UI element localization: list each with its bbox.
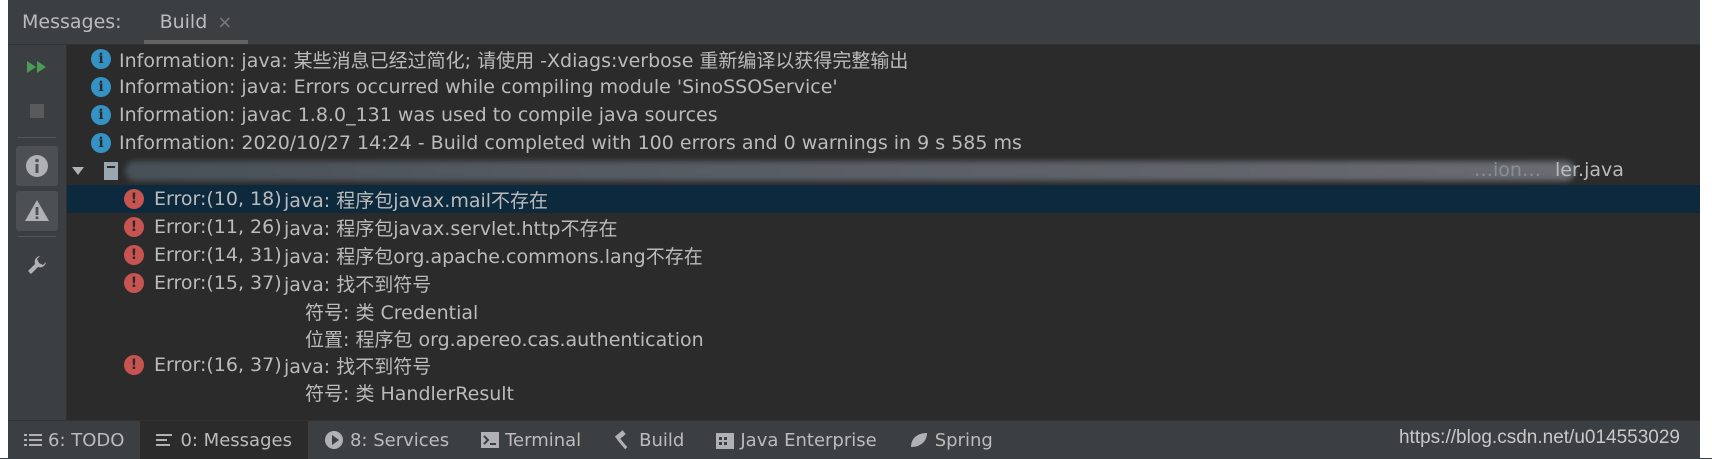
error-text: java: 程序包org.apache.commons.lang不存在 [284, 245, 703, 268]
error-icon: ! [124, 217, 144, 237]
show-warnings-toggle[interactable] [16, 191, 58, 231]
error-position: Error:(14, 31) [154, 244, 282, 266]
error-icon: ! [124, 273, 144, 293]
file-name: ler.java [1555, 159, 1624, 181]
error-detail-line: 位置: 程序包 org.apereo.cas.authentication [67, 324, 1700, 352]
tab-terminal-label: Terminal [505, 429, 582, 451]
tab-messages-label: 0: Messages [180, 429, 292, 451]
table-row[interactable]: ! Error:(14, 31) java: 程序包org.apache.com… [67, 241, 1700, 269]
file-path-partial: …ion… [1474, 159, 1541, 181]
spring-leaf-icon [910, 433, 927, 447]
file-tree-node[interactable]: …ion… ler.java [67, 157, 1700, 185]
info-icon [26, 155, 48, 177]
info-icon: i [91, 49, 111, 69]
info-icon: i [91, 133, 111, 153]
error-text: java: 找不到符号 [284, 355, 432, 378]
detail-text: 符号: 类 Credential [305, 301, 479, 324]
error-text: java: 程序包javax.mail不存在 [284, 189, 549, 212]
error-text: java: 找不到符号 [284, 273, 432, 296]
table-row[interactable]: ! Error:(10, 18) java: 程序包javax.mail不存在 [67, 185, 1700, 213]
table-row[interactable]: ! Error:(11, 26) java: 程序包javax.servlet.… [67, 213, 1700, 241]
error-position: Error:(10, 18) [154, 188, 282, 210]
message-text: Information: java: 某些消息已经过简化; 请使用 -Xdiag… [119, 49, 909, 72]
message-text: Information: 2020/10/27 14:24 - Build co… [119, 132, 1022, 154]
tab-todo[interactable]: 6: TODO [8, 421, 140, 459]
detail-text: 位置: 程序包 org.apereo.cas.authentication [305, 328, 704, 351]
table-row[interactable]: ! Error:(16, 37) java: 找不到符号 [67, 351, 1700, 379]
detail-text: 符号: 类 HandlerResult [305, 382, 515, 405]
left-frame-border [0, 0, 8, 458]
terminal-icon [481, 432, 500, 448]
tab-terminal[interactable]: Terminal [465, 421, 597, 459]
hammer-icon [615, 430, 628, 450]
rerun-icon [27, 61, 46, 73]
error-detail-line: 符号: 类 HandlerResult [67, 378, 1700, 406]
table-row[interactable]: ! Error:(15, 37) java: 找不到符号 [67, 269, 1700, 297]
list-item[interactable]: i Information: java: Errors occurred whi… [67, 73, 1700, 101]
error-detail-line: 符号: 类 Credential [67, 297, 1700, 325]
list-item[interactable]: i Information: java: 某些消息已经过简化; 请使用 -Xdi… [67, 45, 1700, 73]
error-text: java: 程序包javax.servlet.http不存在 [284, 217, 618, 240]
tab-java-enterprise[interactable]: Java Enterprise [700, 421, 892, 459]
info-icon: i [91, 105, 111, 125]
tab-messages[interactable]: 0: Messages [140, 421, 308, 459]
stop-button[interactable] [16, 91, 58, 131]
java-enterprise-icon [716, 433, 735, 449]
error-position: Error:(15, 37) [154, 272, 282, 294]
tab-services-label: 8: Services [349, 429, 450, 451]
tab-build-label: Build [639, 429, 685, 451]
list-item[interactable]: i Information: 2020/10/27 14:24 - Build … [67, 129, 1700, 157]
info-icon: i [91, 77, 111, 97]
tab-build-label: Build [159, 11, 208, 33]
tab-spring-label: Spring [934, 429, 993, 451]
error-icon: ! [124, 355, 144, 375]
list-icon [24, 434, 42, 446]
redacted-file-path [125, 161, 1575, 181]
error-icon: ! [124, 245, 144, 265]
error-position: Error:(11, 26) [154, 216, 282, 238]
tool-window-title: Messages: [22, 11, 122, 33]
message-text: Information: java: Errors occurred while… [119, 76, 838, 98]
services-icon [324, 431, 343, 449]
tool-window-bar: 6: TODO 0: Messages 8: Services Terminal… [8, 420, 1700, 459]
messages-icon [156, 434, 173, 446]
show-info-toggle[interactable] [16, 146, 58, 186]
rerun-button[interactable] [16, 47, 58, 87]
messages-tool-window-header: Messages: Build × [8, 0, 1700, 45]
tab-services[interactable]: 8: Services [308, 421, 465, 459]
tab-todo-label: 6: TODO [48, 429, 125, 451]
messages-toolbar [8, 45, 67, 420]
right-frame-border [1700, 0, 1712, 458]
list-item[interactable]: i Information: javac 1.8.0_131 was used … [67, 101, 1700, 129]
error-icon: ! [124, 189, 144, 209]
tab-java-enterprise-label: Java Enterprise [740, 429, 877, 451]
tab-build[interactable]: Build [597, 421, 700, 459]
warning-icon [25, 200, 49, 221]
messages-tree[interactable]: i Information: java: 某些消息已经过简化; 请使用 -Xdi… [67, 45, 1700, 420]
stop-icon [30, 104, 44, 118]
java-file-icon [104, 162, 118, 180]
error-position: Error:(16, 37) [154, 354, 282, 376]
close-icon[interactable]: × [217, 12, 232, 33]
toolbar-separator [18, 236, 56, 237]
watermark-url: https://blog.csdn.net/u014553029 [1398, 427, 1680, 448]
settings-button[interactable] [16, 245, 58, 285]
message-text: Information: javac 1.8.0_131 was used to… [119, 104, 718, 126]
wrench-icon [28, 256, 46, 274]
chevron-down-icon[interactable] [67, 161, 91, 181]
tab-build[interactable]: Build × [143, 0, 249, 44]
toolbar-separator [18, 137, 56, 138]
tab-spring[interactable]: Spring [893, 421, 1009, 459]
